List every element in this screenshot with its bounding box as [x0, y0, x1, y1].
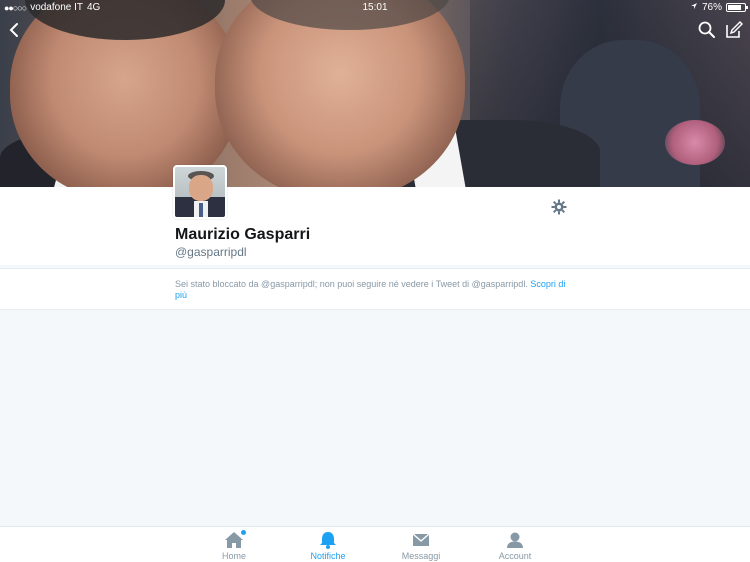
profile-card — [0, 187, 750, 265]
profile-name: Maurizio Gasparri — [175, 226, 311, 243]
bell-icon — [318, 531, 338, 549]
person-icon — [505, 531, 525, 549]
home-icon — [224, 530, 246, 549]
chevron-left-icon — [9, 23, 18, 37]
tab-notifications-label: Notifiche — [310, 551, 346, 561]
timeline-area — [0, 310, 750, 526]
location-icon — [690, 2, 698, 13]
status-bar: ●●○○○ vodafone IT 4G 15:01 76% — [0, 0, 750, 16]
tab-home[interactable]: Home — [204, 530, 264, 561]
tab-messages[interactable]: Messaggi — [391, 531, 451, 561]
search-button[interactable] — [695, 18, 719, 42]
tab-account-label: Account — [498, 551, 532, 561]
tab-notifications[interactable]: Notifiche — [298, 531, 358, 561]
settings-button[interactable] — [549, 197, 569, 217]
blocked-notice: Sei stato bloccato da @gasparripdl; non … — [0, 268, 750, 310]
blocked-notice-text: Sei stato bloccato da @gasparripdl; non … — [175, 279, 528, 289]
battery-icon — [726, 3, 748, 12]
profile-header-image — [0, 0, 750, 187]
avatar[interactable] — [173, 165, 227, 219]
search-icon — [698, 21, 715, 38]
profile-handle: @gasparripdl — [175, 245, 247, 259]
tab-bar: Home Notifiche Messaggi Account — [0, 526, 750, 562]
home-badge — [241, 530, 246, 535]
tab-account[interactable]: Account — [485, 531, 545, 561]
tab-messages-label: Messaggi — [401, 551, 441, 561]
tab-home-label: Home — [221, 551, 246, 561]
back-button[interactable] — [2, 18, 26, 42]
compose-icon — [726, 21, 743, 38]
compose-button[interactable] — [722, 18, 746, 42]
battery-percent: 76% — [701, 2, 722, 13]
envelope-icon — [411, 531, 431, 549]
clock: 15:01 — [362, 2, 388, 13]
gear-icon — [551, 199, 567, 215]
